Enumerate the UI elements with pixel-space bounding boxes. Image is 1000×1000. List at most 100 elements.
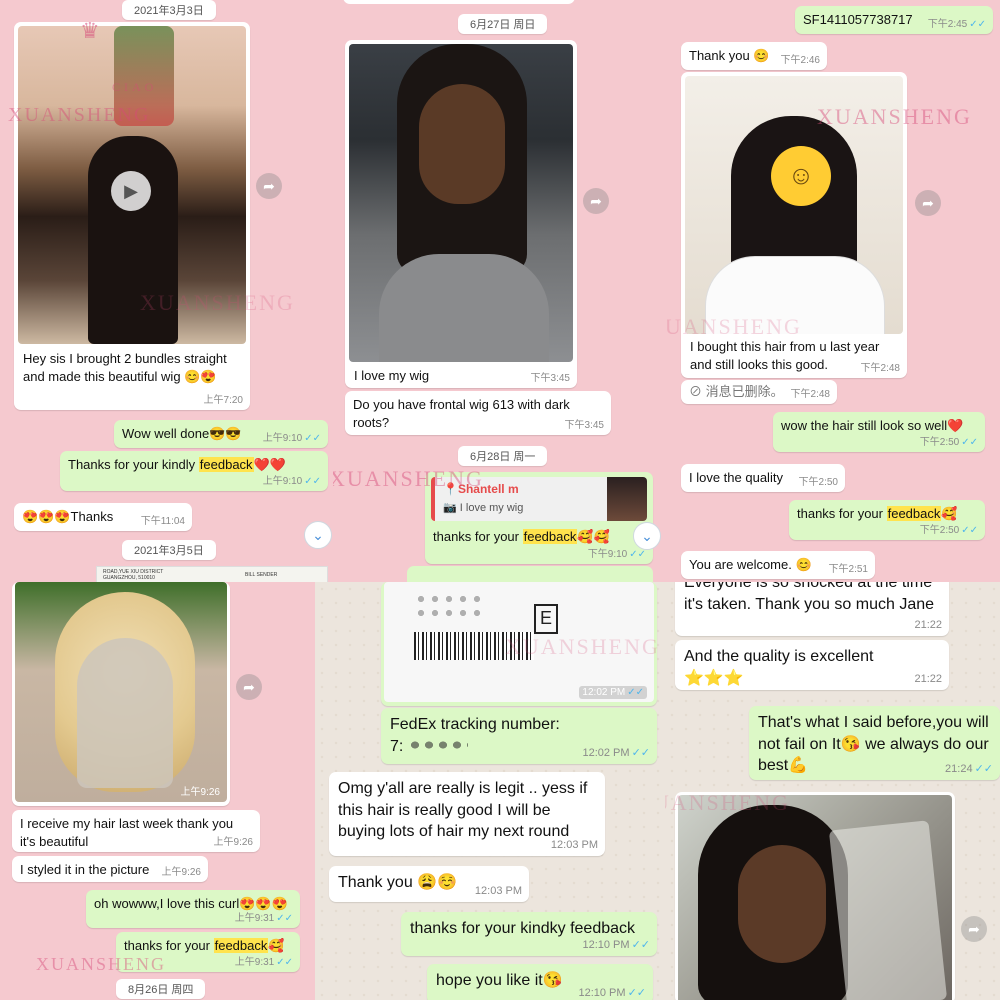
message-incoming[interactable]: Omg y'all are really is legit .. yess if… [329, 772, 605, 856]
double-check-icon: ✓✓ [629, 548, 646, 560]
message-text: wow the hair still look so well❤️ [781, 418, 964, 433]
double-check-icon: ✓✓ [276, 912, 293, 924]
message-partial [343, 0, 575, 4]
tracking-label-image[interactable]: E 12:02 PM ✓✓ [384, 582, 654, 702]
date-divider: 6月28日 周一 [458, 446, 548, 466]
message-outgoing[interactable]: FedEx tracking number: 7: 12:02 PM ✓✓ [381, 708, 657, 764]
message-time: 12:03 PM [474, 885, 522, 898]
message-outgoing[interactable]: SF1411057738717 下午2:45 ✓✓ [795, 6, 993, 34]
message-time: 下午3:45 [564, 419, 604, 431]
message-outgoing[interactable]: Wow well done😎😎 上午9:10 ✓✓ [114, 420, 328, 448]
date-divider: 2021年3月5日 [122, 540, 216, 560]
message-deleted: ⊘ 消息已删除。 下午2:48 [681, 380, 837, 404]
message-outgoing[interactable]: Thanks for your kindly feedback❤️❤️ 上午9:… [60, 451, 328, 491]
double-check-icon: ✓✓ [631, 939, 650, 952]
message-outgoing[interactable]: thanks for your feedback🥰 上午9:31 ✓✓ [116, 932, 300, 972]
message-outgoing[interactable]: That's what I said before,you will not f… [749, 706, 1000, 780]
image-time: 上午9:26 [180, 786, 220, 798]
forward-icon[interactable]: ➦ [583, 188, 609, 214]
star-rating-icons: ⭐⭐⭐ [684, 669, 744, 687]
message-time: 下午2:48 [790, 388, 830, 400]
highlighted-keyword: feedback [198, 457, 254, 472]
photo-thumbnail[interactable]: ☺ [685, 76, 903, 334]
message-outgoing[interactable]: thanks for your kindky feedback 12:10 PM… [401, 912, 657, 956]
double-check-icon: ✓✓ [304, 475, 321, 487]
message-time: 12:10 PM [582, 939, 630, 952]
deleted-icon: ⊘ [689, 384, 706, 399]
message-text-prefix: thanks for your [433, 529, 523, 544]
message-time: 上午9:31 [234, 956, 275, 968]
double-check-icon: ✓✓ [627, 686, 644, 698]
message-text-prefix: Thanks for your kindly [68, 457, 199, 472]
receipt-city: GUANGZHOU, 510010 [103, 575, 155, 581]
message-incoming-image[interactable]: 上午9:26 [12, 582, 230, 806]
message-outgoing[interactable]: hope you like it😘 12:10 PM ✓✓ [427, 964, 653, 1000]
message-emoji: 🥰 [268, 938, 285, 953]
message-text: Hey sis I brought 2 bundles straight and… [23, 351, 227, 384]
photo-thumbnail[interactable]: 上午9:26 [15, 582, 227, 802]
chat-panel-5: E 12:02 PM ✓✓ FedEx tracking number: 7: 1… [315, 582, 665, 1000]
message-time: 下午9:10 [587, 548, 628, 560]
message-time: 下午2:48 [860, 362, 900, 374]
crown-logo-icon: ♛ [80, 18, 100, 43]
message-emoji: ❤️❤️ [253, 457, 286, 472]
message-time: 下午2:51 [828, 563, 868, 575]
message-text: I receive my hair last week thank you it… [20, 816, 234, 849]
message-outgoing[interactable]: thanks for your feedback🥰 下午2:50 ✓✓ [789, 500, 985, 540]
message-outgoing[interactable]: oh wowww,I love this curl😍😍😍 上午9:31 ✓✓ [86, 890, 300, 928]
play-icon[interactable]: ▶ [111, 171, 151, 211]
message-text: And the quality is excellent [684, 648, 874, 665]
quoted-sender: 📍Shantell m [443, 482, 519, 496]
forward-icon[interactable]: ➦ [236, 674, 262, 700]
photo-thumbnail[interactable] [678, 795, 952, 1000]
video-thumbnail[interactable]: ▶ [18, 26, 246, 344]
chat-panel-6: Everyone is so shocked at the time it's … [665, 582, 1000, 1000]
message-incoming[interactable]: I styled it in the picture 上午9:26 [12, 856, 208, 882]
message-incoming[interactable]: Thank you 😊 下午2:46 [681, 42, 827, 70]
message-text: I styled it in the picture [20, 862, 150, 877]
message-time: 下午3:45 [530, 372, 570, 384]
grinning-face-icon: ☺ [771, 146, 831, 206]
photo-thumbnail[interactable] [349, 44, 573, 362]
chat-panel-4: 上午9:26 ➦ I receive my hair last week tha… [0, 582, 315, 1000]
message-incoming[interactable]: I receive my hair last week thank you it… [12, 810, 260, 852]
double-check-icon: ✓✓ [969, 18, 986, 30]
message-incoming-image[interactable]: ☺ I bought this hair from u last year an… [681, 72, 907, 378]
message-emoji: 🥰 [941, 506, 958, 521]
message-incoming[interactable]: You are welcome. 😊 下午2:51 [681, 551, 875, 579]
message-incoming[interactable]: 😍😍😍Thanks 下午11:04 [14, 503, 192, 531]
chevron-down-icon[interactable]: ⌄ [304, 521, 332, 549]
message-time: 上午9:31 [234, 912, 275, 924]
message-incoming[interactable]: Do you have frontal wig 613 with dark ro… [345, 391, 611, 435]
message-text: I love my wig [354, 368, 430, 383]
message-outgoing[interactable]: wow the hair still look so well❤️ 下午2:50… [773, 412, 985, 452]
message-text: hope you like it😘 [436, 972, 563, 989]
message-incoming-image[interactable] [675, 792, 955, 1000]
message-incoming[interactable]: And the quality is excellent ⭐⭐⭐ 21:22 [675, 640, 949, 690]
message-incoming[interactable]: Thank you 😩☺️ 12:03 PM [329, 866, 529, 902]
double-check-icon: ✓✓ [961, 436, 978, 448]
message-outgoing-reply[interactable]: 📍Shantell m 📷 I love my wig thanks for y… [425, 472, 653, 564]
forward-icon[interactable]: ➦ [915, 190, 941, 216]
double-check-icon: ✓✓ [627, 987, 646, 1000]
message-text: Thank you 😊 [689, 48, 770, 63]
forward-icon[interactable]: ➦ [256, 173, 282, 199]
date-divider: 2021年3月3日 [122, 0, 216, 20]
message-text: Omg y'all are really is legit .. yess if… [338, 780, 588, 841]
message-time: 21:22 [914, 619, 942, 632]
message-text: oh wowww,I love this curl😍😍😍 [94, 896, 288, 911]
shipping-receipt-image[interactable]: ROAD,YUE XIU DISTRICT GUANGZHOU, 510010 … [96, 566, 328, 582]
message-incoming[interactable]: I love the quality 下午2:50 [681, 464, 845, 492]
forward-icon[interactable]: ➦ [961, 916, 987, 942]
message-incoming-image[interactable]: ▶ Hey sis I brought 2 bundles straight a… [14, 22, 250, 410]
receipt-sender: BILL SENDER [245, 572, 278, 578]
message-time: 下午11:04 [140, 515, 185, 527]
message-outgoing-image[interactable]: E 12:02 PM ✓✓ [381, 582, 657, 706]
date-divider: 8月26日 周四 [116, 979, 206, 999]
message-incoming-image[interactable]: I love my wig 下午3:45 [345, 40, 577, 388]
message-time: 下午2:50 [798, 476, 838, 488]
message-incoming[interactable]: Everyone is so shocked at the time it's … [675, 582, 949, 636]
chevron-down-icon[interactable]: ⌄ [633, 522, 661, 550]
quoted-message[interactable]: 📍Shantell m 📷 I love my wig [431, 477, 647, 521]
message-time: 下午2:50 [919, 524, 960, 536]
